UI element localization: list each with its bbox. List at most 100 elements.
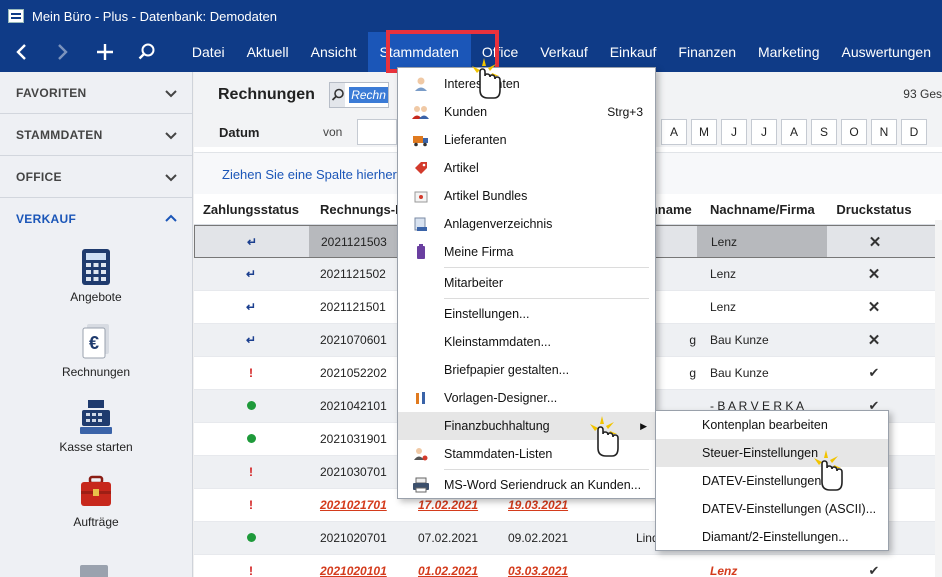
forward-icon[interactable]	[42, 32, 84, 72]
company-cell: Bau Kunze	[710, 366, 769, 380]
sidebar-section-verkauf[interactable]: VERKAUF	[0, 198, 192, 240]
return-arrow-icon: ↵	[246, 234, 258, 249]
menu-item-lieferanten[interactable]: Lieferanten	[398, 126, 655, 154]
search-input[interactable]: Rechn	[328, 81, 389, 108]
due-date-cell: 19.03.2021	[508, 498, 569, 512]
chevron-down-icon	[165, 131, 177, 139]
menu-finanzen[interactable]: Finanzen	[667, 32, 747, 72]
finanzbuchhaltung-submenu: Kontenplan bearbeiten Steuer-Einstellung…	[655, 410, 889, 551]
print-status-cell: ✕	[827, 233, 923, 251]
list-person-icon	[398, 446, 444, 462]
month-button[interactable]: D	[901, 119, 927, 145]
month-button[interactable]: J	[751, 119, 777, 145]
col-druckstatus[interactable]: Druckstatus	[826, 202, 922, 217]
print-status-cell: ✔	[826, 365, 922, 381]
menu-einkauf[interactable]: Einkauf	[599, 32, 668, 72]
submenu-item-datev[interactable]: DATEV-Einstellungen (...	[656, 467, 888, 495]
company-cell: Lenz	[697, 226, 827, 257]
month-button[interactable]: A	[781, 119, 807, 145]
sidebar-tile-kasse[interactable]: Kasse starten	[0, 398, 192, 463]
menu-separator	[444, 298, 649, 299]
sidebar-tile-angebote[interactable]: Angebote	[0, 248, 192, 313]
month-button[interactable]: A	[661, 119, 687, 145]
search-icon[interactable]	[126, 32, 168, 72]
table-row[interactable]: ! 2021020101 01.02.2021 03.03.2021 Lenz ✔	[194, 555, 942, 577]
cash-register-icon	[80, 400, 112, 434]
sidebar-section-stammdaten[interactable]: STAMMDATEN	[0, 114, 192, 156]
menu-item-artikel-bundles[interactable]: Artikel Bundles	[398, 182, 655, 210]
warning-mark-icon: !	[249, 564, 253, 577]
sidebar-tile-auftraege[interactable]: Aufträge	[0, 473, 192, 538]
menu-item-kleinstammdaten[interactable]: Kleinstammdaten...	[398, 328, 655, 356]
menu-item-label: Kunden	[444, 105, 488, 119]
menu-item-label: Anlagenverzeichnis	[444, 217, 553, 231]
col-firma[interactable]: Nachname/Firma	[696, 202, 826, 217]
menu-item-seriendruck[interactable]: MS-Word Seriendruck an Kunden...	[398, 471, 655, 499]
menu-verkauf[interactable]: Verkauf	[529, 32, 598, 72]
invoice-euro-icon: €	[82, 324, 109, 359]
section-label: FAVORITEN	[16, 85, 87, 100]
month-filter: A M J J A S O N D	[661, 119, 931, 145]
warning-mark-icon: !	[249, 366, 253, 380]
tile-label: Rechnungen	[61, 365, 131, 379]
menu-item-label: Einstellungen...	[444, 307, 530, 321]
date-cell: 17.02.2021	[418, 498, 479, 512]
menu-item-artikel[interactable]: Artikel	[398, 154, 655, 182]
menu-item-label: Kleinstammdaten...	[444, 335, 551, 349]
menu-marketing[interactable]: Marketing	[747, 32, 830, 72]
menu-aktuell[interactable]: Aktuell	[236, 32, 300, 72]
plus-icon[interactable]	[84, 32, 126, 72]
back-icon[interactable]	[0, 32, 42, 72]
invoice-number-cell: 2021020101	[320, 564, 387, 577]
submenu-item-kontenplan[interactable]: Kontenplan bearbeiten	[656, 411, 888, 439]
menu-auswertungen[interactable]: Auswertungen	[830, 32, 942, 72]
menu-datei[interactable]: Datei	[181, 32, 236, 72]
month-button[interactable]: M	[691, 119, 717, 145]
submenu-item-steuer[interactable]: Steuer-Einstellungen	[656, 439, 888, 467]
tile-label: Angebote	[70, 290, 122, 304]
app-icon	[8, 9, 24, 23]
company-cell: Lenz	[710, 300, 737, 314]
chevron-up-icon	[165, 214, 177, 222]
check-icon: ✔	[868, 563, 880, 577]
menu-item-anlagenverzeichnis[interactable]: Anlagenverzeichnis	[398, 210, 655, 238]
menu-item-meine-firma[interactable]: Meine Firma	[398, 238, 655, 266]
col-rechnungsnr[interactable]: Rechnungs-N	[308, 202, 406, 217]
menu-item-mitarbeiter[interactable]: Mitarbeiter	[398, 269, 655, 297]
submenu-item-datev-ascii[interactable]: DATEV-Einstellungen (ASCII)...	[656, 495, 888, 523]
menu-item-label: Artikel	[444, 161, 479, 175]
menu-item-briefpapier[interactable]: Briefpapier gestalten...	[398, 356, 655, 384]
month-button[interactable]: O	[841, 119, 867, 145]
menu-ansicht[interactable]: Ansicht	[300, 32, 368, 72]
company-cell: Lenz	[710, 564, 738, 577]
group-hint: Ziehen Sie eine Spalte hierher,	[222, 167, 400, 182]
menu-item-kunden[interactable]: Kunden Strg+3	[398, 98, 655, 126]
menu-item-label: MS-Word Seriendruck an Kunden...	[444, 478, 642, 492]
payment-status-cell: !	[194, 498, 308, 512]
assets-icon	[398, 216, 444, 232]
month-button[interactable]: S	[811, 119, 837, 145]
invoice-number-cell: 2021052202	[320, 366, 387, 380]
warning-mark-icon: !	[249, 465, 253, 479]
invoice-number-cell: 2021121503	[309, 226, 407, 257]
menu-item-einstellungen[interactable]: Einstellungen...	[398, 300, 655, 328]
menu-item-interessenten[interactable]: Interessenten	[398, 70, 655, 98]
payment-status-cell: !	[194, 366, 308, 380]
month-button[interactable]: N	[871, 119, 897, 145]
col-zahlungsstatus[interactable]: Zahlungsstatus	[194, 202, 308, 217]
date-cell: 01.02.2021	[418, 564, 479, 577]
menu-item-vorlagen-designer[interactable]: Vorlagen-Designer...	[398, 384, 655, 412]
filter-label: Datum	[219, 124, 260, 140]
search-value: Rechn	[349, 86, 388, 103]
sidebar-tile-rechnungen[interactable]: € Rechnungen	[0, 323, 192, 388]
print-status-cell: ✕	[826, 265, 922, 283]
date-from-input[interactable]	[357, 119, 397, 145]
sidebar-section-office[interactable]: OFFICE	[0, 156, 192, 198]
menu-item-label: Lieferanten	[444, 133, 507, 147]
hand-cursor-icon	[814, 450, 843, 491]
invoice-number-cell: 2021042101	[320, 399, 387, 413]
return-arrow-icon: ↵	[245, 267, 257, 281]
submenu-item-diamant[interactable]: Diamant/2-Einstellungen...	[656, 523, 888, 551]
sidebar-section-favoriten[interactable]: FAVORITEN	[0, 72, 192, 114]
month-button[interactable]: J	[721, 119, 747, 145]
